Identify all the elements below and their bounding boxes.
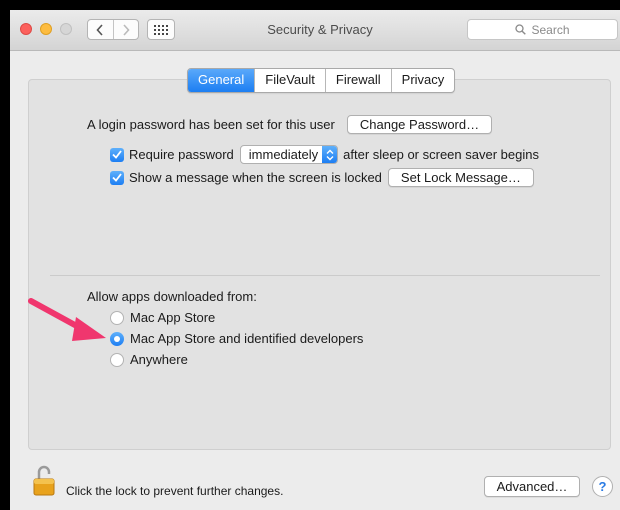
zoom-window-button[interactable]	[60, 23, 72, 35]
radio-mac-app-store[interactable]: Mac App Store	[110, 310, 215, 325]
checkmark-icon	[112, 150, 122, 159]
search-placeholder: Search	[531, 22, 570, 37]
radio-label: Mac App Store	[130, 310, 216, 325]
require-password-suffix: after sleep or screen saver begins	[343, 147, 539, 162]
allow-apps-heading-row: Allow apps downloaded from:	[87, 289, 257, 304]
annotation-arrow	[28, 298, 106, 341]
tab-privacy[interactable]: Privacy	[390, 69, 455, 92]
tab-bar: General FileVault Firewall Privacy	[187, 68, 456, 93]
show-message-checkbox[interactable]	[110, 170, 124, 185]
tab-firewall[interactable]: Firewall	[324, 69, 391, 92]
tab-general[interactable]: General	[188, 69, 255, 92]
show-message-label: Show a message when the screen is locked	[129, 170, 382, 185]
preferences-window: Security & Privacy Search General FileVa…	[10, 10, 620, 510]
checkmark-icon	[112, 173, 122, 182]
show-all-button[interactable]	[147, 19, 175, 40]
forward-icon	[123, 23, 130, 36]
general-panel	[28, 79, 611, 450]
allow-apps-heading: Allow apps downloaded from:	[87, 289, 257, 304]
radio-anywhere[interactable]: Anywhere	[110, 352, 188, 367]
back-button[interactable]	[88, 20, 113, 39]
minimize-window-button[interactable]	[40, 23, 52, 35]
require-password-delay-select[interactable]: immediately	[239, 145, 339, 164]
back-forward-control	[87, 19, 139, 40]
require-password-delay-value: immediately	[248, 147, 319, 162]
back-icon	[96, 23, 103, 36]
stepper-arrows-icon	[322, 146, 338, 163]
radio-label: Anywhere	[130, 352, 188, 367]
radio-label: Mac App Store and identified developers	[130, 331, 364, 346]
grid-icon	[154, 24, 168, 35]
change-password-button[interactable]: Change Password…	[346, 115, 493, 134]
radio-button[interactable]	[110, 352, 124, 367]
help-button[interactable]: ?	[592, 476, 613, 497]
lock-open-icon[interactable]	[33, 464, 55, 496]
radio-button[interactable]	[110, 310, 124, 325]
window-title: Security & Privacy	[267, 22, 373, 37]
title-bar: Security & Privacy Search	[10, 10, 620, 51]
show-message-row: Show a message when the screen is locked…	[110, 168, 534, 187]
login-password-row: A login password has been set for this u…	[87, 115, 493, 134]
forward-button[interactable]	[112, 20, 139, 39]
advanced-button[interactable]: Advanced…	[484, 476, 580, 497]
search-icon	[515, 24, 527, 35]
require-password-checkbox[interactable]	[110, 147, 124, 162]
radio-button-selected[interactable]	[110, 331, 124, 346]
tab-filevault[interactable]: FileVault	[254, 69, 325, 92]
radio-mac-app-store-and-identified-developers[interactable]: Mac App Store and identified developers	[110, 331, 363, 346]
lock-status-text: Click the lock to prevent further change…	[66, 484, 284, 498]
close-window-button[interactable]	[20, 23, 32, 35]
require-password-row: Require password immediately after sleep…	[110, 145, 539, 164]
search-field[interactable]: Search	[467, 19, 618, 40]
section-divider	[50, 275, 600, 276]
require-password-label: Require password	[129, 147, 234, 162]
login-password-text: A login password has been set for this u…	[87, 117, 335, 132]
set-lock-message-button[interactable]: Set Lock Message…	[387, 168, 534, 187]
